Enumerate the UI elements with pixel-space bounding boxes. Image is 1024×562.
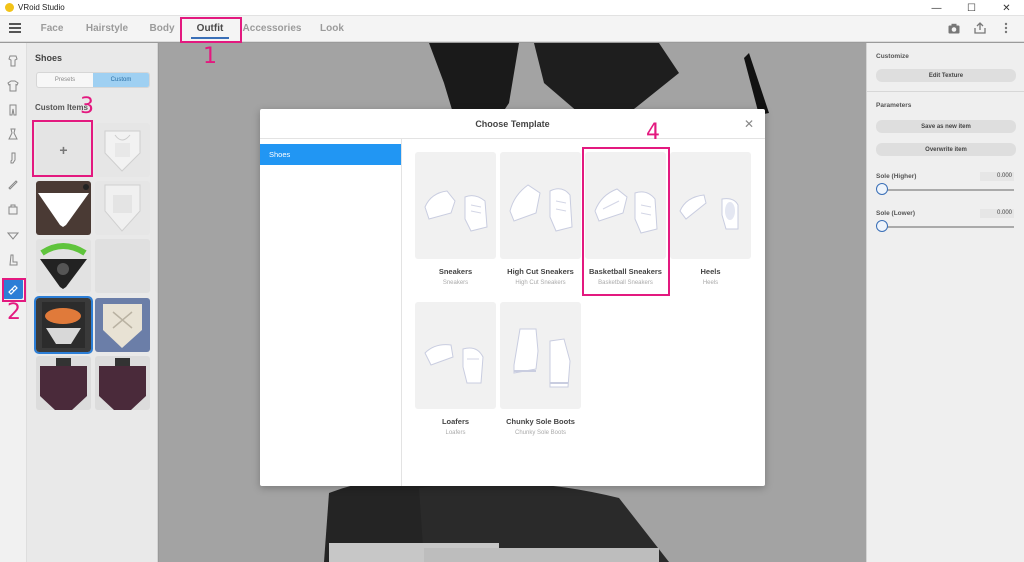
custom-item-thumbnail[interactable]: [36, 181, 91, 235]
annotation-box-shoes-rail: [2, 278, 26, 302]
template-card-chunky-sole-boots[interactable]: Chunky Sole Boots Chunky Sole Boots: [500, 302, 581, 436]
rail-shirt-icon[interactable]: [3, 76, 23, 96]
annotation-number: 1: [203, 44, 217, 69]
sole-higher-value[interactable]: 0.000: [980, 172, 1014, 181]
template-name: Heels: [700, 267, 721, 276]
save-as-new-item-button[interactable]: Save as new item: [876, 120, 1016, 133]
template-name: Loafers: [441, 417, 470, 426]
sneakers-thumbnail: [415, 152, 496, 259]
properties-panel: Customize Edit Texture Parameters Save a…: [866, 43, 1024, 562]
custom-item-thumbnail-selected[interactable]: [34, 296, 93, 354]
parameters-label: Parameters: [876, 102, 912, 109]
sole-higher-label: Sole (Higher): [876, 173, 917, 180]
edit-texture-button[interactable]: Edit Texture: [876, 69, 1016, 82]
rail-tops-icon[interactable]: [3, 51, 23, 71]
custom-item-thumbnail[interactable]: [36, 239, 91, 293]
annotation-box-outfit-tab: [180, 17, 242, 43]
window-title: VRoid Studio: [18, 3, 65, 12]
annotation-box-basketball-template: [582, 147, 670, 296]
annotation-number: 3: [80, 94, 94, 119]
rail-pen-icon[interactable]: [3, 174, 23, 194]
custom-item-thumbnail[interactable]: [95, 181, 150, 235]
annotation-number: 2: [7, 300, 21, 325]
annotation-number: 4: [646, 120, 660, 145]
template-description: Heels: [702, 280, 719, 286]
high-cut-sneakers-thumbnail: [500, 152, 581, 259]
template-card-heels[interactable]: Heels Heels: [670, 152, 751, 286]
maximize-icon[interactable]: ☐: [954, 0, 989, 16]
dialog-title: Choose Template: [260, 109, 765, 139]
tab-face[interactable]: Face: [34, 16, 70, 42]
panel-divider: [867, 91, 1024, 92]
sole-lower-slider[interactable]: [878, 226, 1014, 228]
overwrite-item-button[interactable]: Overwrite item: [876, 143, 1016, 156]
item-panel-heading: Shoes: [35, 53, 63, 63]
minimize-icon[interactable]: —: [919, 0, 954, 16]
sole-lower-slider-handle[interactable]: [876, 220, 888, 232]
tab-hairstyle[interactable]: Hairstyle: [80, 16, 134, 42]
tab-look[interactable]: Look: [314, 16, 350, 42]
export-icon[interactable]: [974, 22, 986, 34]
sole-higher-slider-handle[interactable]: [876, 183, 888, 195]
template-name: High Cut Sneakers: [507, 267, 574, 276]
title-bar: VRoid Studio — ☐ ✕: [0, 0, 1024, 16]
template-description: Loafers: [445, 430, 466, 436]
template-card-loafers[interactable]: Loafers Loafers: [415, 302, 496, 436]
template-description: High Cut Sneakers: [515, 280, 566, 286]
template-description: Sneakers: [442, 280, 469, 286]
rail-bottoms-icon[interactable]: [3, 100, 23, 120]
template-description: Chunky Sole Boots: [514, 430, 567, 436]
tab-accessories[interactable]: Accessories: [240, 16, 304, 42]
custom-item-thumbnail[interactable]: [36, 356, 91, 410]
main-tab-bar: Face Hairstyle Body Outfit Accessories L…: [0, 16, 1024, 42]
app-logo-icon: [5, 3, 14, 12]
custom-item-thumbnail[interactable]: [95, 298, 150, 352]
custom-item-thumbnail[interactable]: [95, 239, 150, 293]
presets-tab[interactable]: Presets: [37, 73, 93, 87]
custom-tab[interactable]: Custom: [93, 73, 149, 87]
sole-lower-value[interactable]: 0.000: [980, 209, 1014, 218]
sole-higher-slider[interactable]: [878, 189, 1014, 191]
sole-lower-label: Sole (Lower): [876, 210, 916, 217]
template-card-high-cut-sneakers[interactable]: High Cut Sneakers High Cut Sneakers: [500, 152, 581, 286]
custom-item-thumbnail[interactable]: [95, 356, 150, 410]
tab-body[interactable]: Body: [144, 16, 180, 42]
category-item-shoes[interactable]: Shoes: [260, 144, 401, 165]
more-options-icon[interactable]: [1000, 22, 1012, 34]
annotation-box-add-item: [32, 120, 93, 177]
camera-icon[interactable]: [948, 22, 960, 34]
template-card-sneakers[interactable]: Sneakers Sneakers: [415, 152, 496, 286]
top-toolbar-icons: [948, 22, 1012, 34]
rail-bag-icon[interactable]: [3, 199, 23, 219]
window-controls: — ☐ ✕: [919, 0, 1024, 16]
rail-collar-icon[interactable]: [3, 225, 23, 245]
heels-thumbnail: [670, 152, 751, 259]
presets-custom-toggle: Presets Custom: [36, 72, 150, 88]
customize-label: Customize: [876, 53, 909, 60]
rail-socks-icon[interactable]: [3, 148, 23, 168]
choose-template-dialog: Choose Template ✕ Shoes Sneakers Sneaker…: [260, 109, 765, 486]
menu-icon[interactable]: [9, 23, 21, 33]
template-category-list: Shoes: [260, 139, 402, 486]
rail-boot-icon[interactable]: [3, 250, 23, 270]
template-name: Chunky Sole Boots: [506, 417, 575, 426]
rail-dress-icon[interactable]: [3, 124, 23, 144]
chunky-sole-boots-thumbnail: [500, 302, 581, 409]
close-icon[interactable]: ✕: [743, 117, 755, 131]
loafers-thumbnail: [415, 302, 496, 409]
custom-item-thumbnail[interactable]: [95, 123, 150, 177]
close-window-icon[interactable]: ✕: [989, 0, 1024, 16]
template-name: Sneakers: [438, 267, 473, 276]
